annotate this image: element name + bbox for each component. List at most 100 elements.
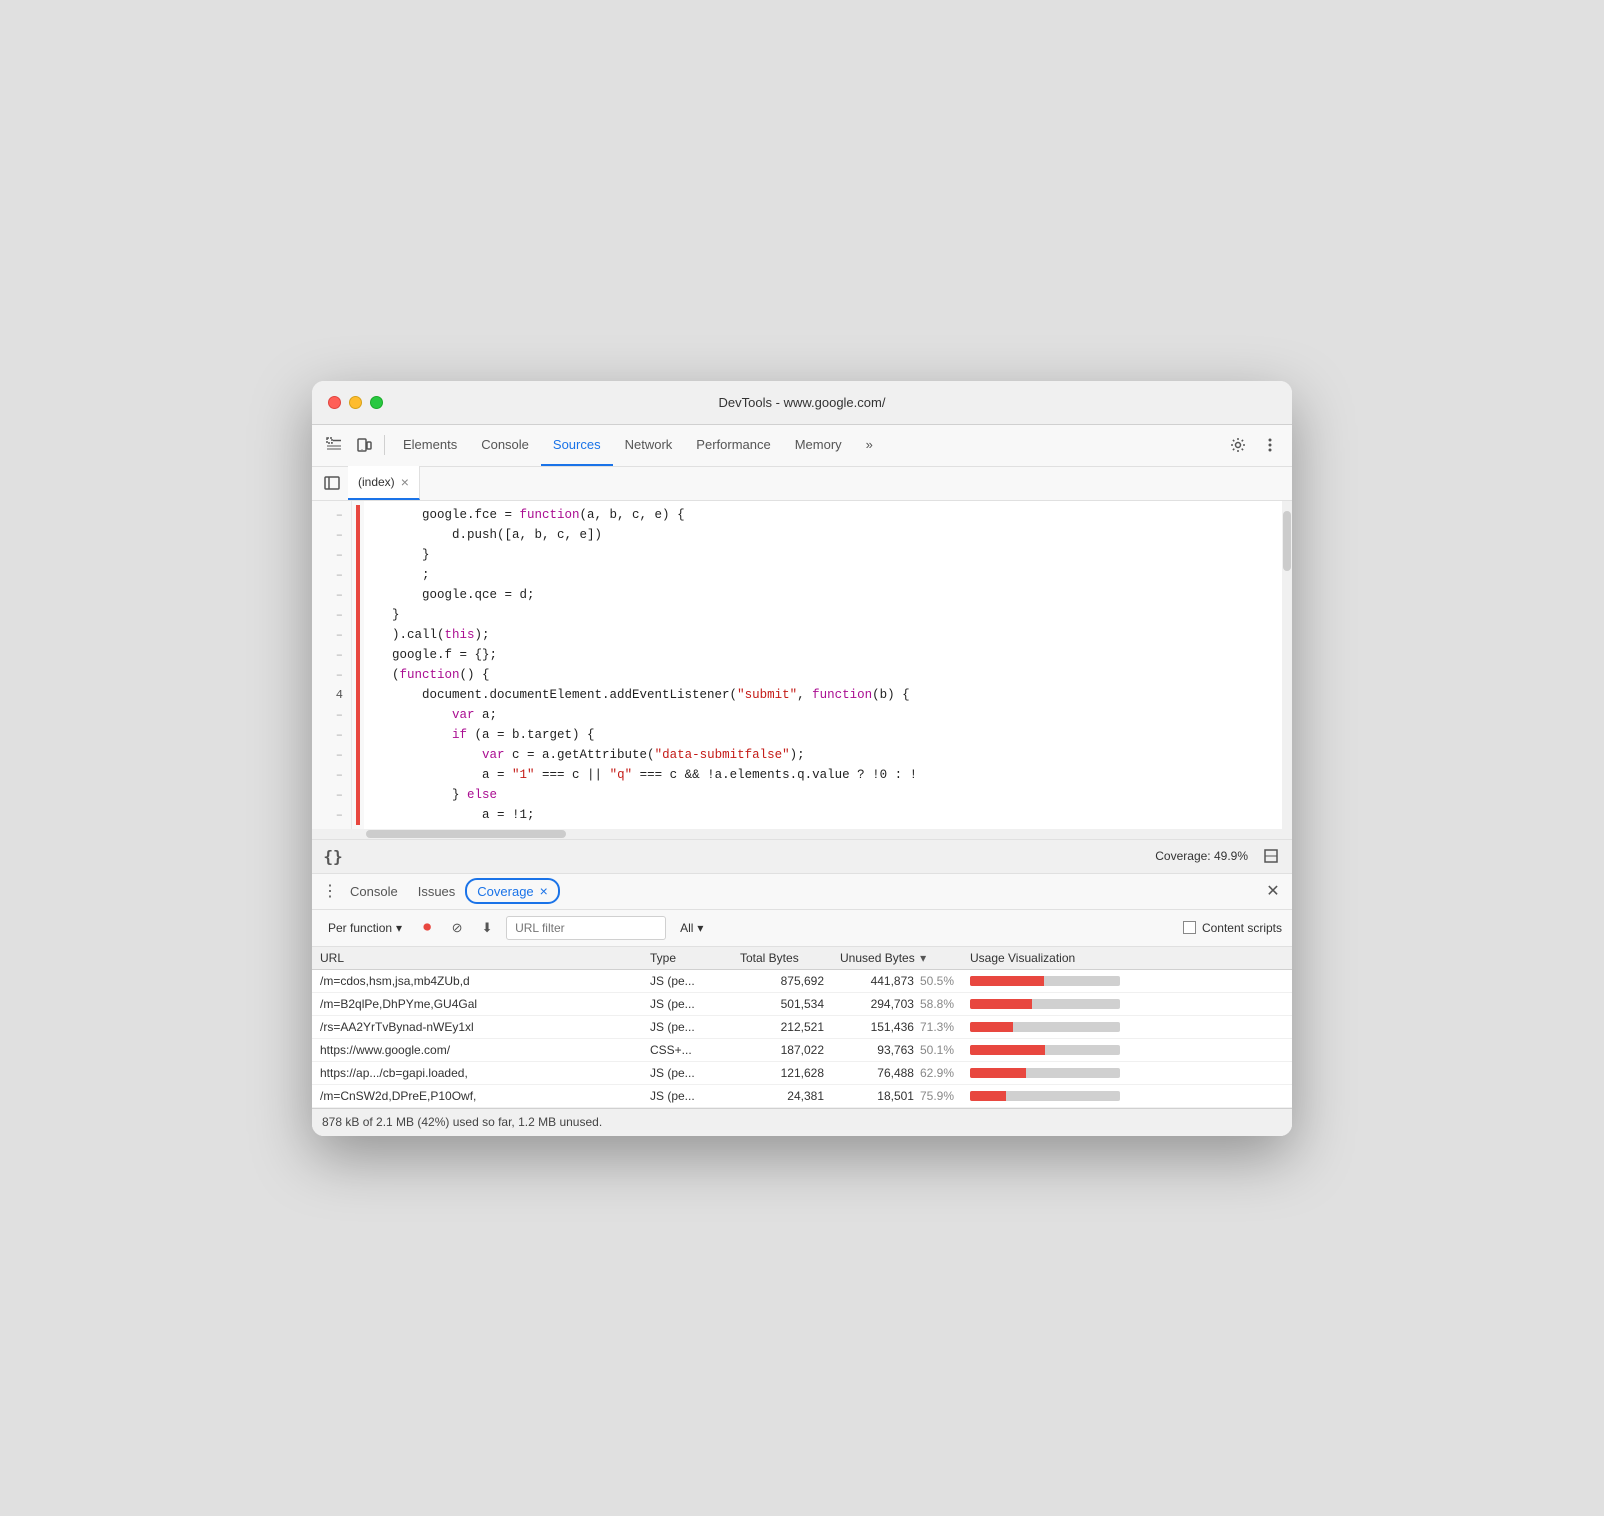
coverage-controls: Per function ▾ ⏺ ⊘ ⬇ All ▾ Content scrip… (312, 910, 1292, 947)
table-row[interactable]: https://www.google.com/ CSS+... 187,022 … (312, 1039, 1292, 1062)
line-num-11: – (312, 705, 351, 725)
table-row[interactable]: https://ap.../cb=gapi.loaded, JS (pe... … (312, 1062, 1292, 1085)
tab-console[interactable]: Console (469, 424, 541, 466)
row2-total: 501,534 (732, 993, 832, 1015)
h-scrollbar-thumb[interactable] (366, 830, 566, 838)
line-num-4: – (312, 565, 351, 585)
coverage-percentage: Coverage: 49.9% (1155, 849, 1248, 863)
bottom-tab-menu-icon[interactable]: ⋮ (320, 881, 340, 901)
row4-type: CSS+... (642, 1039, 732, 1061)
col-unused[interactable]: Unused Bytes ▾ (832, 951, 962, 965)
row4-bar (962, 1039, 1292, 1061)
all-chevron: ▾ (697, 921, 703, 935)
col-url[interactable]: URL (312, 951, 642, 965)
line-num-6: – (312, 605, 351, 625)
coverage-status-bar: 878 kB of 2.1 MB (42%) used so far, 1.2 … (312, 1108, 1292, 1136)
all-filter-button[interactable]: All ▾ (674, 918, 709, 938)
file-tab-close[interactable]: × (401, 475, 409, 489)
code-line-4: ; (392, 565, 1282, 585)
line-num-1: – (312, 505, 351, 525)
maximize-button[interactable] (370, 396, 383, 409)
close-button[interactable] (328, 396, 341, 409)
cov-5 (356, 585, 360, 605)
code-line-2: d.push([a, b, c, e]) (392, 525, 1282, 545)
cov-8 (356, 645, 360, 665)
vertical-scrollbar[interactable] (1282, 501, 1292, 829)
settings-icon[interactable] (1224, 431, 1252, 459)
export-button[interactable]: ⬇ (476, 917, 498, 939)
file-tab-index[interactable]: (index) × (348, 466, 420, 500)
bottom-panel: {} Coverage: 49.9% ⋮ Console Issues Cove… (312, 839, 1292, 1136)
row1-type: JS (pe... (642, 970, 732, 992)
bottom-tab-console[interactable]: Console (340, 873, 408, 909)
toolbar-divider (384, 435, 385, 455)
col-type[interactable]: Type (642, 951, 732, 965)
cov-6 (356, 605, 360, 625)
code-line-1: google.fce = function(a, b, c, e) { (392, 505, 1282, 525)
bottom-panel-close-button[interactable]: ✕ (1262, 880, 1284, 902)
content-scripts-area: Content scripts (1183, 921, 1282, 935)
record-button[interactable]: ⏺ (416, 917, 438, 939)
tab-memory[interactable]: Memory (783, 424, 854, 466)
tab-network[interactable]: Network (613, 424, 685, 466)
per-function-chevron: ▾ (396, 921, 402, 935)
per-function-button[interactable]: Per function ▾ (322, 918, 408, 938)
tab-sources[interactable]: Sources (541, 424, 613, 466)
row5-url: https://ap.../cb=gapi.loaded, (312, 1062, 642, 1084)
line-num-12: – (312, 725, 351, 745)
window-title: DevTools - www.google.com/ (719, 395, 886, 410)
content-scripts-checkbox[interactable] (1183, 921, 1196, 934)
tab-elements[interactable]: Elements (391, 424, 469, 466)
maximize-panel-icon[interactable] (1260, 845, 1282, 867)
cov-4 (356, 565, 360, 585)
table-row[interactable]: /rs=AA2YrTvBynad-nWEy1xl JS (pe... 212,5… (312, 1016, 1292, 1039)
bottom-tab-coverage[interactable]: Coverage × (465, 878, 560, 904)
coverage-tab-close[interactable]: × (540, 883, 548, 899)
cov-16 (356, 805, 360, 825)
bottom-tab-issues[interactable]: Issues (408, 873, 466, 909)
coverage-table: URL Type Total Bytes Unused Bytes ▾ Usag… (312, 947, 1292, 1108)
code-line-9: (function() { (392, 665, 1282, 685)
row6-url: /m=CnSW2d,DPreE,P10Owf, (312, 1085, 642, 1107)
cov-11 (356, 705, 360, 725)
more-options-icon[interactable] (1256, 431, 1284, 459)
titlebar: DevTools - www.google.com/ (312, 381, 1292, 425)
tab-performance[interactable]: Performance (684, 424, 782, 466)
clear-button[interactable]: ⊘ (446, 917, 468, 939)
scrollbar-thumb[interactable] (1283, 511, 1291, 571)
col-viz: Usage Visualization (962, 951, 1292, 965)
traffic-lights (328, 396, 383, 409)
sidebar-toggle-button[interactable] (320, 471, 344, 495)
format-icon[interactable]: {} (322, 845, 344, 867)
code-line-7: ).call(this); (392, 625, 1282, 645)
row1-url: /m=cdos,hsm,jsa,mb4ZUb,d (312, 970, 642, 992)
line-num-9: – (312, 665, 351, 685)
code-editor: – – – – – – – – – 4 – – – – – – (312, 501, 1292, 839)
cov-12 (356, 725, 360, 745)
table-row[interactable]: /m=cdos,hsm,jsa,mb4ZUb,d JS (pe... 875,6… (312, 970, 1292, 993)
table-row[interactable]: /m=B2qlPe,DhPYme,GU4Gal JS (pe... 501,53… (312, 993, 1292, 1016)
code-line-6: } (392, 605, 1282, 625)
tab-more[interactable]: » (854, 424, 885, 466)
code-line-3: } (392, 545, 1282, 565)
cov-1 (356, 505, 360, 525)
table-row[interactable]: /m=CnSW2d,DPreE,P10Owf, JS (pe... 24,381… (312, 1085, 1292, 1108)
code-line-14: a = "1" === c || "q" === c && !a.element… (392, 765, 1282, 785)
device-icon[interactable] (350, 431, 378, 459)
horizontal-scrollbar[interactable] (312, 829, 1292, 839)
line-num-10: 4 (312, 685, 351, 705)
col-total[interactable]: Total Bytes (732, 951, 832, 965)
file-tabbar: (index) × (312, 467, 1292, 501)
bottom-toolbar: {} Coverage: 49.9% (312, 840, 1292, 874)
cov-10 (356, 685, 360, 705)
code-content[interactable]: – – – – – – – – – 4 – – – – – – (312, 501, 1292, 829)
row3-bar (962, 1016, 1292, 1038)
cov-3 (356, 545, 360, 565)
all-label: All (680, 921, 693, 935)
row6-bar (962, 1085, 1292, 1107)
line-num-2: – (312, 525, 351, 545)
code-lines[interactable]: google.fce = function(a, b, c, e) { d.pu… (384, 501, 1282, 829)
minimize-button[interactable] (349, 396, 362, 409)
inspect-icon[interactable] (320, 431, 348, 459)
url-filter-input[interactable] (506, 916, 666, 940)
